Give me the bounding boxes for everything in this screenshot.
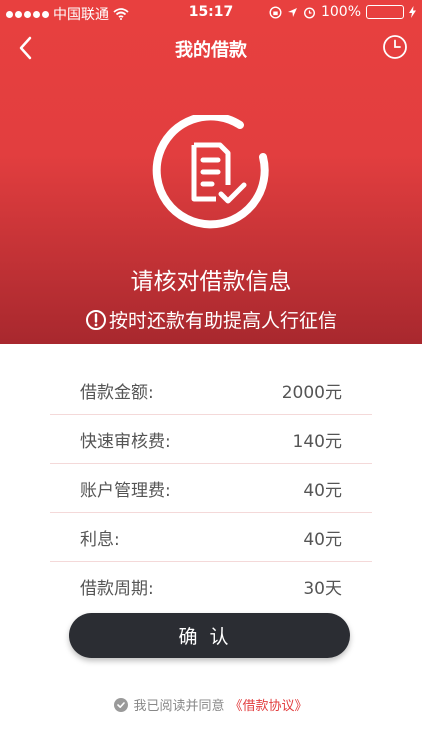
warning-icon [85,309,106,330]
detail-row-period: 借款周期: 30天 [50,562,372,611]
loan-agreement-link[interactable]: 《借款协议》 [230,695,308,714]
detail-value: 40元 [303,480,342,501]
detail-label: 借款周期: [80,579,154,599]
hero-banner: 中国联通 15:17 100% 我的借款 请核对借款信息 按时还款有助提高人行征… [0,0,422,344]
agreement-row: 我已阅读并同意 《借款协议》 [0,695,422,714]
battery-percent: 100% [320,4,361,20]
detail-row-amount: 借款金额: 2000元 [50,366,372,415]
alarm-icon [303,6,315,19]
detail-label: 借款金额: [80,382,154,403]
detail-value: 40元 [303,529,342,550]
battery-icon [366,5,404,19]
hero-tip: 按时还款有助提高人行征信 [0,306,422,333]
detail-value: 140元 [292,431,342,452]
charging-icon [409,6,416,18]
status-bar: 中国联通 15:17 100% [0,0,422,26]
hero-tip-text: 按时还款有助提高人行征信 [108,310,337,332]
status-right: 100% [269,4,416,20]
detail-value: 30天 [303,579,342,599]
page-title: 我的借款 [175,40,247,61]
loan-details-list: 借款金额: 2000元 快速审核费: 140元 账户管理费: 40元 利息: 4… [50,366,372,611]
detail-value: 2000元 [281,382,342,403]
location-icon [287,7,297,17]
rotation-lock-icon [269,5,282,19]
check-icon[interactable] [114,697,129,712]
detail-row-account-fee: 账户管理费: 40元 [50,464,372,513]
detail-row-review-fee: 快速审核费: 140元 [50,415,372,464]
document-check-icon [152,115,269,229]
hero-title: 请核对借款信息 [130,269,292,295]
detail-row-interest: 利息: 40元 [50,513,372,562]
detail-label: 利息: [80,529,120,550]
agreement-text: 我已阅读并同意 [133,699,225,714]
nav-bar: 我的借款 [0,26,422,70]
detail-label: 快速审核费: [80,431,171,452]
detail-label: 账户管理费: [80,480,171,501]
confirm-button[interactable]: 确认 [69,613,350,658]
clock-icon[interactable] [382,34,408,60]
